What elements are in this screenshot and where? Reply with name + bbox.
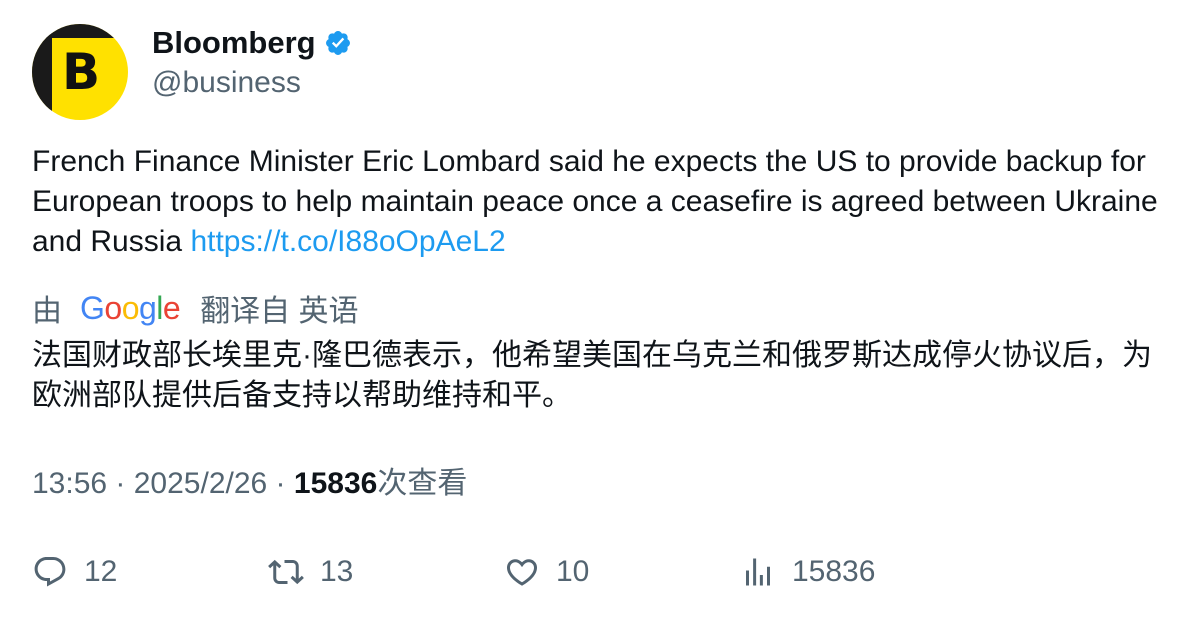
tweet-text: French Finance Minister Eric Lombard sai… — [32, 142, 1162, 262]
tweet-card: B Bloomberg @business French Finance Min… — [0, 0, 1196, 618]
user-handle[interactable]: @business — [152, 66, 352, 100]
translation-prefix: 由 — [32, 295, 62, 328]
retweet-icon — [268, 559, 304, 585]
reply-button[interactable]: 12 — [32, 550, 117, 594]
tweet-header: B Bloomberg @business — [32, 24, 352, 120]
translation-attribution: 由 Google 翻译自 英语 — [32, 286, 359, 330]
google-letter: G — [80, 289, 105, 326]
reply-count: 12 — [84, 555, 118, 588]
display-name[interactable]: Bloomberg — [152, 25, 316, 61]
tweet-meta: 13:56 · 2025/2/26 · 15836次查看 — [32, 464, 467, 504]
heart-icon — [506, 559, 538, 586]
action-bar: 12 13 10 15836 — [32, 550, 1162, 594]
google-letter: l — [156, 289, 163, 326]
tweet-link[interactable]: https://t.co/I88oOpAeL2 — [190, 225, 505, 258]
views-button[interactable]: 15836 — [740, 550, 875, 594]
meta-separator: · — [107, 467, 134, 500]
author-names: Bloomberg @business — [152, 24, 352, 100]
display-name-row: Bloomberg — [152, 24, 352, 62]
google-logo: Google — [80, 289, 181, 327]
view-count-label: 次查看 — [377, 467, 468, 500]
verified-badge-icon — [325, 31, 350, 55]
like-count: 10 — [556, 555, 590, 588]
avatar[interactable]: B — [32, 24, 128, 120]
translated-text: 法国财政部长埃里克·隆巴德表示，他希望美国在乌克兰和俄罗斯达成停火协议后，为欧洲… — [32, 339, 1152, 412]
avatar-letter: B — [62, 43, 101, 101]
view-count: 15836 — [293, 467, 378, 500]
like-button[interactable]: 10 — [504, 550, 589, 594]
tweet-date[interactable]: 2025/2/26 — [134, 467, 267, 500]
tweet-time[interactable]: 13:56 — [32, 467, 107, 500]
google-letter: o — [121, 289, 140, 326]
analytics-icon — [746, 558, 770, 586]
avatar-shade — [32, 24, 52, 120]
translation-suffix[interactable]: 翻译自 英语 — [200, 286, 358, 330]
views-count: 15836 — [792, 555, 876, 588]
google-letter: e — [162, 289, 181, 326]
meta-separator: · — [267, 467, 294, 500]
retweet-count: 13 — [320, 555, 354, 588]
retweet-button[interactable]: 13 — [268, 550, 353, 594]
google-letter: o — [104, 289, 122, 326]
reply-icon — [34, 557, 66, 587]
google-letter: g — [138, 289, 157, 326]
avatar-top-band — [32, 24, 128, 38]
